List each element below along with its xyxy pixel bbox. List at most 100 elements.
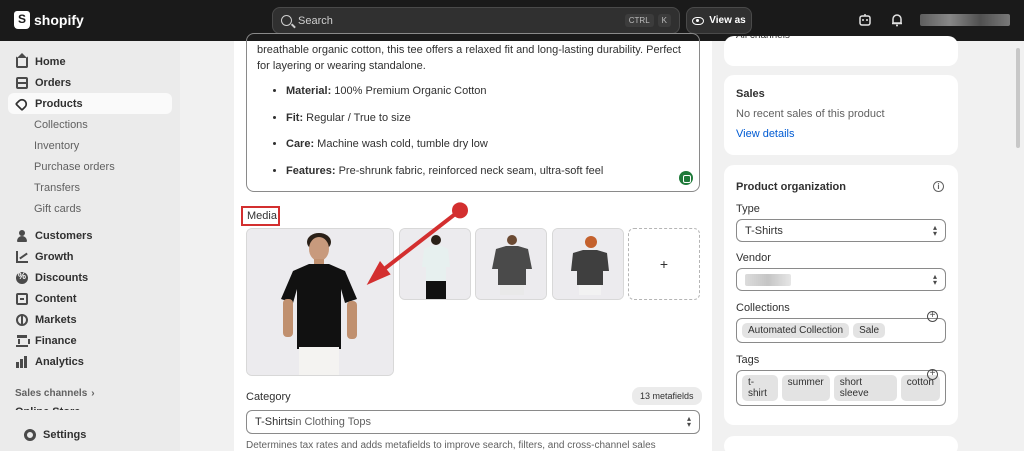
sidebar-item-label: Markets: [35, 313, 77, 326]
home-icon: [16, 52, 28, 68]
sidebar-item-customers[interactable]: Customers: [8, 225, 172, 246]
bar-chart-icon: [16, 356, 28, 368]
sidebar-item-products[interactable]: Products: [8, 93, 172, 114]
sidebar: Home Orders Products Collections Invento…: [0, 41, 180, 451]
sidebar-item-growth[interactable]: Growth: [8, 246, 172, 267]
sidebar-subitem-collections[interactable]: Collections: [34, 114, 180, 135]
view-details-link[interactable]: View details: [736, 128, 946, 140]
tag-chip[interactable]: short sleeve: [833, 375, 897, 401]
sidebar-item-label: Growth: [35, 250, 74, 263]
vendor-value-blurred: [745, 273, 791, 286]
sales-empty-text: No recent sales of this product: [736, 108, 885, 120]
sidebar-item-content[interactable]: Content: [8, 288, 172, 309]
search-icon: [281, 15, 292, 26]
description-bullets: Material: 100% Premium Organic Cotton Fi…: [257, 83, 689, 179]
sidebar-item-label: Content: [35, 292, 77, 305]
bullet-key: Fit:: [286, 111, 304, 124]
media-thumbnail-grey-tee-front[interactable]: [475, 228, 547, 300]
shopify-bag-icon: [14, 11, 30, 29]
shortcut-key-ctrl: CTRL: [624, 14, 654, 27]
media-thumbnail-grey-tee-back[interactable]: [552, 228, 624, 300]
shopify-logo[interactable]: shopify: [14, 11, 84, 29]
sidebar-item-label: Customers: [35, 229, 93, 242]
sidebar-item-label: Settings: [43, 428, 87, 441]
type-value: T-Shirts: [745, 224, 783, 237]
sales-channels-header[interactable]: Sales channels ›: [15, 384, 180, 402]
sales-title: Sales: [736, 88, 765, 100]
sidebar-item-analytics[interactable]: Analytics: [8, 351, 172, 372]
sidebar-item-discounts[interactable]: Discounts: [8, 267, 172, 288]
publishing-card: All channels: [724, 36, 958, 66]
sidebar-item-home[interactable]: Home: [8, 51, 172, 72]
sidebar-item-label: Finance: [35, 334, 77, 347]
person-icon: [16, 229, 28, 242]
eye-icon: [692, 16, 705, 25]
add-tag-icon[interactable]: +: [927, 369, 938, 380]
collections-label: Collections: [736, 302, 790, 314]
view-as-label: View as: [709, 15, 746, 26]
category-label: Category: [246, 391, 291, 403]
category-help-text: Determines tax rates and adds metafields…: [246, 440, 656, 451]
vendor-select[interactable]: ▴ ▾: [736, 268, 946, 291]
bullet-value: Regular / True to size: [303, 111, 411, 124]
description-paragraph: breathable organic cotton, this tee offe…: [257, 44, 681, 72]
category-value: T-Shirts: [255, 416, 293, 428]
chevron-right-icon: ›: [91, 387, 95, 399]
content-icon: [16, 292, 28, 305]
bullet-care: Care: Machine wash cold, tumble dry low: [286, 136, 689, 152]
search-input[interactable]: Search CTRL K: [272, 7, 680, 34]
type-label: Type: [736, 203, 760, 215]
view-as-button[interactable]: View as: [686, 7, 752, 34]
organization-title: Product organization: [736, 181, 846, 193]
store-name-blurred[interactable]: [920, 14, 1010, 26]
bullet-key: Features:: [286, 164, 336, 177]
search-shortcut: CTRL K: [624, 14, 671, 27]
annotation-arrow-icon: [366, 202, 468, 285]
page-scrollbar[interactable]: [1016, 48, 1020, 148]
bullet-material: Material: 100% Premium Organic Cotton: [286, 83, 689, 99]
sidebar-item-orders[interactable]: Orders: [8, 72, 172, 93]
select-chevron-icon: ▴ ▾: [932, 223, 937, 238]
bullet-key: Care:: [286, 138, 315, 150]
bank-icon: [16, 334, 30, 347]
sidebar-subitem-gift-cards[interactable]: Gift cards: [34, 198, 180, 219]
metafields-badge[interactable]: 13 metafields: [632, 387, 702, 405]
sidebar-subitem-purchase-orders[interactable]: Purchase orders: [34, 156, 180, 177]
collection-chip[interactable]: Sale: [853, 323, 886, 338]
gear-icon: [24, 428, 36, 441]
add-collection-icon[interactable]: +: [927, 311, 938, 322]
add-media-button[interactable]: +: [628, 228, 700, 300]
sales-card: Sales No recent sales of this product Vi…: [724, 75, 958, 155]
discount-icon: [16, 271, 28, 284]
ai-assist-icon[interactable]: [679, 171, 693, 185]
product-organization-card: Product organization i Type T-Shirts ▴ ▾ …: [724, 165, 958, 425]
bullet-key: Material:: [286, 85, 332, 97]
tag-icon: [14, 96, 30, 111]
sidebar-subitem-transfers[interactable]: Transfers: [34, 177, 180, 198]
tags-field[interactable]: t-shirt summer short sleeve cotton: [736, 370, 946, 406]
sidekick-icon[interactable]: [858, 13, 872, 27]
collections-field[interactable]: Automated Collection Sale: [736, 318, 946, 343]
sidebar-item-label: Products: [35, 97, 83, 110]
tag-chip[interactable]: summer: [781, 375, 830, 401]
shortcut-key-k: K: [657, 14, 671, 27]
select-chevron-icon: ▴ ▾: [932, 272, 937, 287]
bullet-value: Machine wash cold, tumble dry low: [314, 138, 488, 150]
sidebar-item-settings[interactable]: Settings: [16, 424, 86, 445]
bell-icon[interactable]: [890, 13, 904, 27]
tag-chip[interactable]: t-shirt: [742, 375, 778, 401]
product-photo-grey-tee-back: [553, 229, 623, 299]
sidebar-item-finance[interactable]: Finance: [8, 330, 172, 351]
info-icon[interactable]: i: [933, 181, 944, 192]
sidebar-item-markets[interactable]: Markets: [8, 309, 172, 330]
sidebar-item-label: Analytics: [35, 355, 84, 368]
sidebar-subitem-inventory[interactable]: Inventory: [34, 135, 180, 156]
description-editor[interactable]: breathable organic cotton, this tee offe…: [246, 33, 700, 192]
sidebar-item-online-store[interactable]: Online Store: [15, 402, 180, 410]
tags-label: Tags: [736, 354, 760, 366]
category-value-suffix: in Clothing Tops: [292, 416, 371, 428]
category-select[interactable]: T-Shirts in Clothing Tops ▴ ▾: [246, 410, 700, 434]
sidebar-item-label: Home: [35, 55, 66, 68]
type-select[interactable]: T-Shirts ▴ ▾: [736, 219, 946, 242]
collection-chip[interactable]: Automated Collection: [742, 323, 850, 338]
